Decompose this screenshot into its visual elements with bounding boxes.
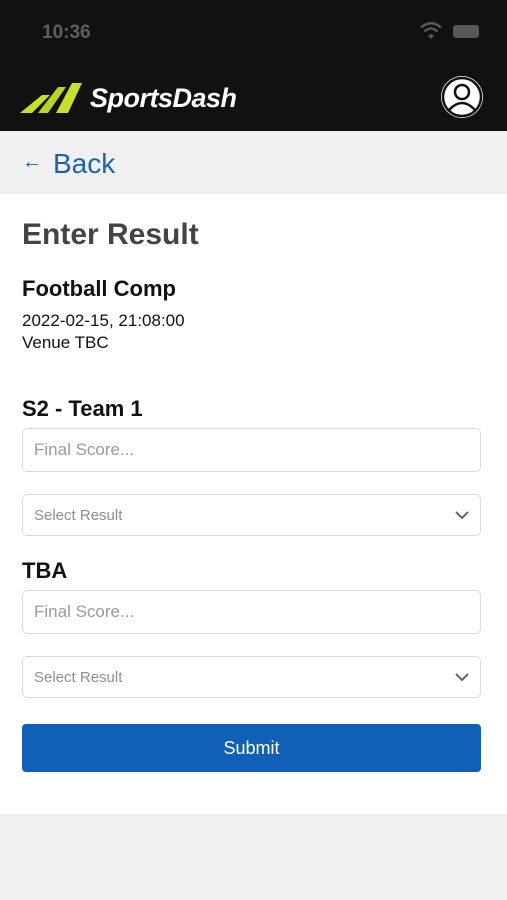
team-1-result-select[interactable]: Select Result <box>22 494 481 536</box>
wifi-icon <box>420 22 442 39</box>
match-venue: Venue TBC <box>22 333 109 352</box>
match-datetime: 2022-02-15, 21:08:00 <box>22 311 185 330</box>
back-link[interactable]: Back <box>53 148 115 180</box>
brand-name: SportsDash <box>90 82 237 113</box>
submit-button[interactable]: Submit <box>22 724 481 772</box>
team-1-name: S2 - Team 1 <box>22 396 143 421</box>
team-2-score-input[interactable] <box>23 591 480 633</box>
team-1-score-field[interactable] <box>22 428 481 472</box>
battery-icon <box>453 25 479 38</box>
team-2-result-value: Select Result <box>34 669 123 686</box>
team-1-result-value: Select Result <box>34 507 123 524</box>
user-circle-icon <box>441 76 483 118</box>
logo-stripes-icon <box>20 83 82 113</box>
app-header: SportsDash <box>0 66 507 131</box>
team-2-result-select[interactable]: Select Result <box>22 656 481 698</box>
arrow-left-icon[interactable]: ← <box>22 151 42 174</box>
status-bar: 10:36 <box>0 0 507 66</box>
competition-name: Football Comp <box>22 276 176 301</box>
back-bar: ← Back <box>0 131 507 194</box>
team-1-score-input[interactable] <box>23 429 480 471</box>
result-form-card: Enter Result Football Comp 2022-02-15, 2… <box>0 194 507 814</box>
page-title: Enter Result <box>22 218 199 251</box>
brand-logo[interactable]: SportsDash <box>20 80 237 116</box>
status-time: 10:36 <box>42 22 91 43</box>
chevron-down-icon <box>455 511 469 520</box>
profile-button[interactable] <box>441 76 483 118</box>
team-2-score-field[interactable] <box>22 590 481 634</box>
team-2-name: TBA <box>22 558 68 583</box>
chevron-down-icon <box>455 673 469 682</box>
